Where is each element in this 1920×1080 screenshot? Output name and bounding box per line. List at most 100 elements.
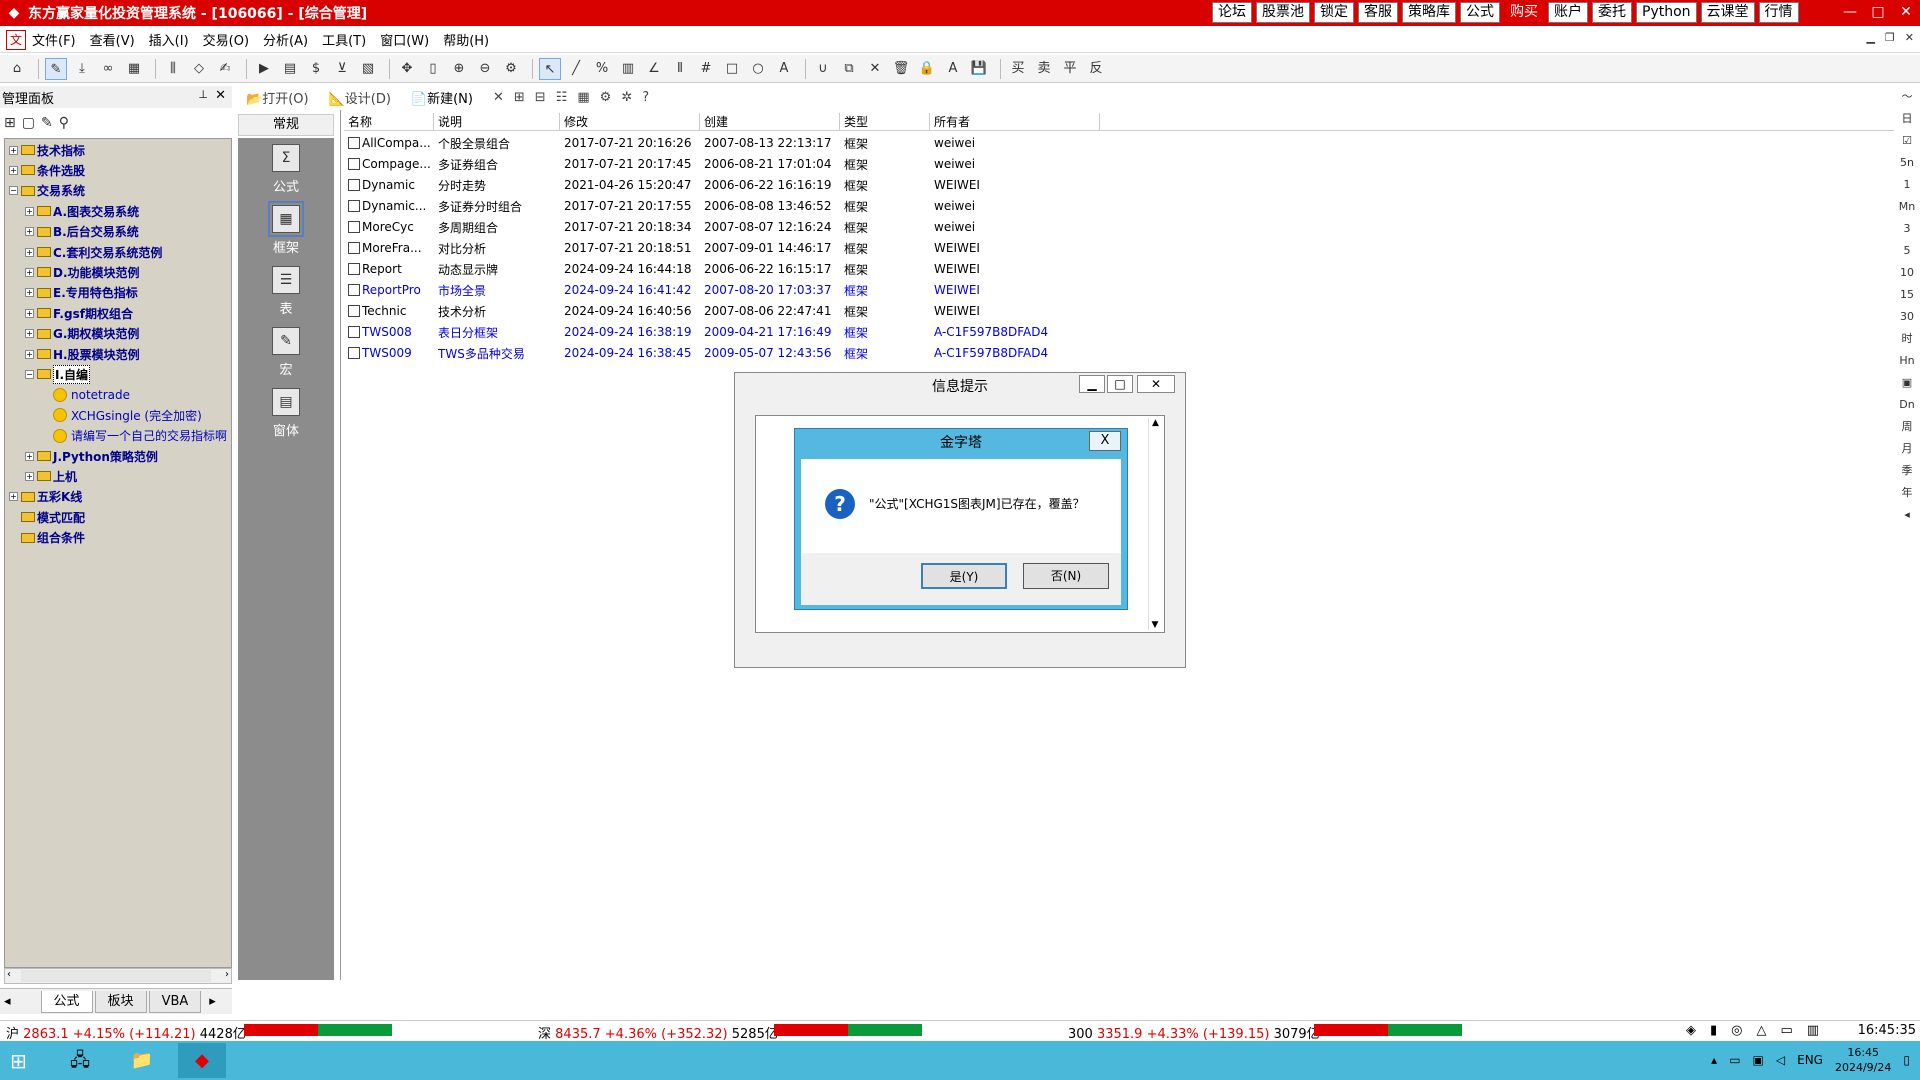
window-close-icon[interactable]: ✕ — [1892, 0, 1920, 24]
details-view-icon[interactable]: ▦ — [577, 90, 589, 105]
list-view-icon[interactable]: ☷ — [556, 90, 568, 105]
folder-icon[interactable]: ▭ — [1781, 1023, 1807, 1038]
window-maximize-icon[interactable]: □ — [1864, 0, 1892, 24]
expand-toggle-icon[interactable]: + — [9, 165, 18, 175]
menu-item-3[interactable]: 交易(O) — [203, 30, 249, 49]
period-button[interactable]: 10 — [1894, 262, 1920, 284]
copy-icon[interactable]: ⧉ — [838, 58, 860, 80]
gear-icon[interactable]: ⚙ — [600, 90, 612, 105]
tree-node[interactable]: + 上机 — [25, 467, 77, 485]
python-icon[interactable]: ◈ — [1686, 1023, 1710, 1038]
network-icon[interactable]: ◎ — [1731, 1023, 1756, 1038]
top-button-7[interactable]: 账户 — [1548, 2, 1588, 23]
trading-app-icon[interactable]: ◆ — [178, 1043, 226, 1078]
table-row[interactable]: Dynamic 分时走势 2021-04-26 15:20:47 2006-06-22… — [344, 175, 1100, 195]
bar-chart-icon[interactable]: ⫼ — [162, 58, 184, 80]
period-button[interactable]: 5n — [1894, 152, 1920, 174]
tree-node[interactable]: + G.期权模块范例 — [25, 325, 139, 343]
column-icon[interactable]: ▯ — [422, 58, 444, 80]
delete-icon[interactable]: ✕ — [864, 58, 886, 80]
tree-node[interactable]: + B.后台交易系统 — [25, 223, 139, 241]
menu-item-2[interactable]: 插入(I) — [149, 30, 189, 49]
panel-tab-2[interactable]: VBA — [148, 990, 202, 1013]
angle-icon[interactable]: ∠ — [643, 58, 665, 80]
design-button[interactable]: 📐设计(D) — [329, 88, 401, 107]
help-icon[interactable]: ? — [642, 90, 649, 105]
dialog-minimize-icon[interactable]: ▁ — [1079, 375, 1105, 393]
expand-toggle-icon[interactable]: + — [25, 247, 34, 257]
text-icon[interactable]: A — [773, 58, 795, 80]
font-color-icon[interactable]: A — [942, 58, 964, 80]
cog-icon[interactable]: ✲ — [621, 90, 632, 105]
alert-icon[interactable]: △ — [1757, 1023, 1781, 1038]
table-row[interactable]: TWS008 表日分框架 2024-09-24 16:38:19 2009-04-21… — [344, 322, 1100, 342]
open-button[interactable]: 📂打开(O) — [246, 88, 319, 107]
tray-volume-icon[interactable]: ◁ — [1776, 1053, 1785, 1067]
trash-icon[interactable]: 🗑 — [890, 58, 912, 80]
pin-icon[interactable]: ⊥ — [198, 88, 208, 101]
reverse-icon[interactable]: 反 — [1085, 58, 1107, 80]
period-button[interactable]: 时 — [1894, 328, 1920, 350]
tree-node[interactable]: − 交易系统 — [9, 182, 85, 200]
tree-node[interactable]: + D.功能模块范例 — [25, 263, 140, 281]
tree-node[interactable]: + 五彩K线 — [9, 488, 82, 506]
mdi-restore-icon[interactable]: ❐ — [1885, 31, 1895, 44]
scroll-right-icon[interactable]: › — [225, 969, 229, 980]
close-position-icon[interactable]: 平 — [1059, 58, 1081, 80]
table-row[interactable]: MoreFra... 对比分析 2017-07-21 20:18:51 2007-09… — [344, 238, 1100, 258]
category-item-3[interactable]: ✎ 宏 — [238, 327, 334, 378]
circle-icon[interactable]: ○ — [747, 58, 769, 80]
small-icons-icon[interactable]: ⊟ — [535, 90, 546, 105]
book-icon[interactable]: ▥ — [1807, 1023, 1833, 1038]
db-icon[interactable]: ▮ — [1710, 1023, 1731, 1038]
line-icon[interactable]: ╱ — [565, 58, 587, 80]
document-icon[interactable]: 文 — [6, 29, 26, 50]
tree-node[interactable]: + J.Python策略范例 — [25, 447, 158, 465]
menu-item-4[interactable]: 分析(A) — [263, 30, 308, 49]
large-icons-icon[interactable]: ⊞ — [514, 90, 525, 105]
table-row[interactable]: Report 动态显示牌 2024-09-24 16:44:18 2006-06-22… — [344, 259, 1100, 279]
input-language[interactable]: ENG — [1797, 1053, 1823, 1067]
save-icon[interactable]: 💾 — [968, 58, 990, 80]
network-app-icon[interactable]: 🖧 — [56, 1043, 104, 1078]
top-button-9[interactable]: Python — [1636, 2, 1697, 23]
menu-item-7[interactable]: 帮助(H) — [443, 30, 489, 49]
menu-item-0[interactable]: 文件(F) — [32, 30, 76, 49]
expand-toggle-icon[interactable]: + — [25, 308, 34, 318]
top-button-6[interactable]: 购买 — [1504, 2, 1544, 23]
tree-node[interactable]: + E.专用特色指标 — [25, 284, 138, 302]
grid-icon[interactable]: ▦ — [123, 58, 145, 80]
report-icon[interactable]: ▤ — [279, 58, 301, 80]
table-row[interactable]: Dynamic... 多证券分时组合 2017-07-21 20:17:55 2006… — [344, 196, 1100, 216]
new-file-icon[interactable]: ⊞ — [4, 115, 16, 131]
top-button-2[interactable]: 锁定 — [1314, 2, 1354, 23]
period-button[interactable]: ▣ — [1894, 372, 1920, 394]
period-button[interactable]: 3 — [1894, 218, 1920, 240]
tree-node[interactable]: 模式匹配 — [9, 508, 85, 526]
category-item-1[interactable]: ▦ 框架 — [238, 201, 334, 256]
period-button[interactable]: Mn — [1894, 196, 1920, 218]
play-icon[interactable]: ▶ — [253, 58, 275, 80]
expand-toggle-icon[interactable]: + — [25, 471, 34, 481]
period-button[interactable]: 15 — [1894, 284, 1920, 306]
tree-node[interactable]: XCHGsingle (完全加密) — [41, 406, 202, 424]
tree-node[interactable]: + A.图表交易系统 — [25, 202, 139, 220]
tree-node[interactable]: + F.gsf期权组合 — [25, 304, 133, 322]
windows-start-icon[interactable]: ⊞ — [10, 1049, 36, 1073]
tab-scroll-left-icon[interactable]: ◂ — [4, 994, 11, 1009]
edit-icon[interactable]: ✎ — [45, 57, 67, 80]
period-button[interactable]: ☑ — [1894, 130, 1920, 152]
table-row[interactable]: MoreCyc 多周期组合 2017-07-21 20:18:34 2007-08-0… — [344, 217, 1100, 237]
magnet-icon[interactable]: ∪ — [812, 58, 834, 80]
window-minimize-icon[interactable]: — — [1836, 0, 1864, 24]
top-button-0[interactable]: 论坛 — [1212, 2, 1252, 23]
period-button[interactable]: 周 — [1894, 416, 1920, 438]
panel-tab-1[interactable]: 板块 — [94, 990, 147, 1013]
period-button[interactable]: 年 — [1894, 482, 1920, 504]
download-icon[interactable]: ⤓ — [71, 58, 93, 80]
zoom-out-icon[interactable]: ⊖ — [474, 58, 496, 80]
dialog-close-icon[interactable]: ✕ — [1137, 375, 1175, 393]
scroll-down-icon[interactable]: ▼ — [1149, 620, 1161, 630]
column-header[interactable]: 修改 — [560, 113, 700, 130]
new-button[interactable]: 📄新建(N) — [411, 88, 483, 107]
